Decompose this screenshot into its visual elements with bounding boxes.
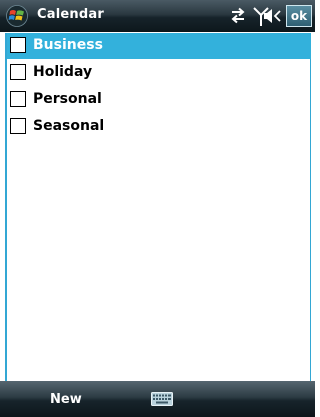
new-softkey[interactable]: New [50,392,82,407]
checkbox[interactable] [10,37,26,53]
title-bar: Calendar ok [0,0,315,32]
list-item[interactable]: Holiday [7,60,311,86]
list-item[interactable]: Seasonal [7,114,311,140]
category-label: Holiday [33,64,93,80]
list-item[interactable]: Personal [7,87,311,113]
keyboard-icon[interactable] [151,392,173,406]
windows-start-icon[interactable] [6,5,28,27]
category-label: Seasonal [33,118,105,134]
checkbox[interactable] [10,64,26,80]
checkbox[interactable] [10,91,26,107]
app-title: Calendar [37,7,104,22]
category-label: Personal [33,91,102,107]
checkbox[interactable] [10,118,26,134]
menu-bar: New [0,381,315,417]
ok-button[interactable]: ok [286,5,312,27]
list-item[interactable]: Business [7,33,311,59]
category-list: Business Holiday Personal Seasonal [5,33,311,381]
category-label: Business [33,37,103,53]
connectivity-icon[interactable] [228,7,248,25]
volume-icon[interactable] [263,7,283,25]
